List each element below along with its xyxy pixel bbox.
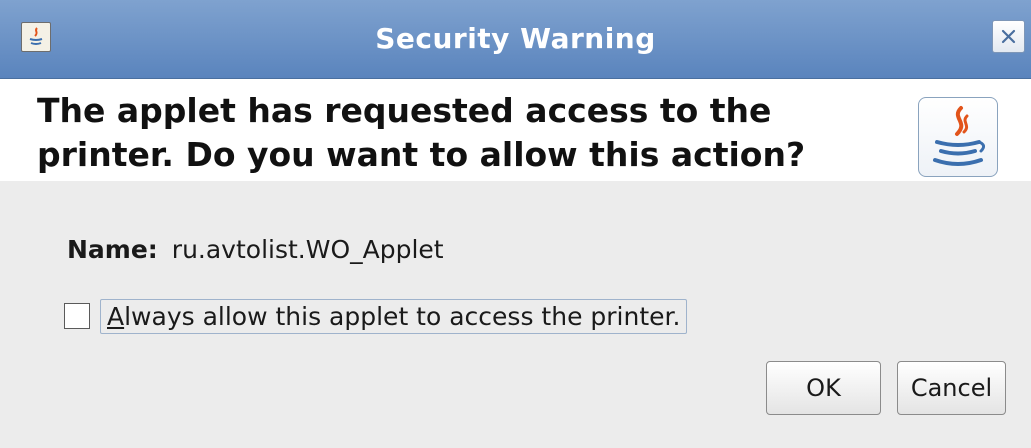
close-icon (1001, 29, 1016, 44)
message-header: The applet has requested access to the p… (0, 79, 1031, 181)
java-logo-icon (918, 97, 998, 177)
title-bar[interactable]: Security Warning (0, 0, 1031, 79)
name-label: Name: (67, 235, 158, 264)
mnemonic-letter: A (107, 301, 125, 331)
always-allow-option[interactable]: Always allow this applet to access the p… (64, 294, 688, 338)
security-warning-dialog: Security Warning The applet has requeste… (0, 0, 1031, 448)
always-allow-label-text: lways allow this applet to access the pr… (124, 301, 681, 331)
name-value: ru.avtolist.WO_Applet (171, 235, 444, 264)
applet-name-row: Name: ru.avtolist.WO_Applet (67, 232, 444, 268)
window-title: Security Warning (375, 22, 656, 55)
ok-button[interactable]: OK (766, 361, 881, 415)
always-allow-label[interactable]: Always allow this applet to access the p… (100, 298, 688, 334)
close-button[interactable] (992, 20, 1025, 53)
always-allow-checkbox[interactable] (64, 303, 90, 329)
warning-message: The applet has requested access to the p… (37, 91, 806, 174)
cancel-button[interactable]: Cancel (897, 361, 1006, 415)
